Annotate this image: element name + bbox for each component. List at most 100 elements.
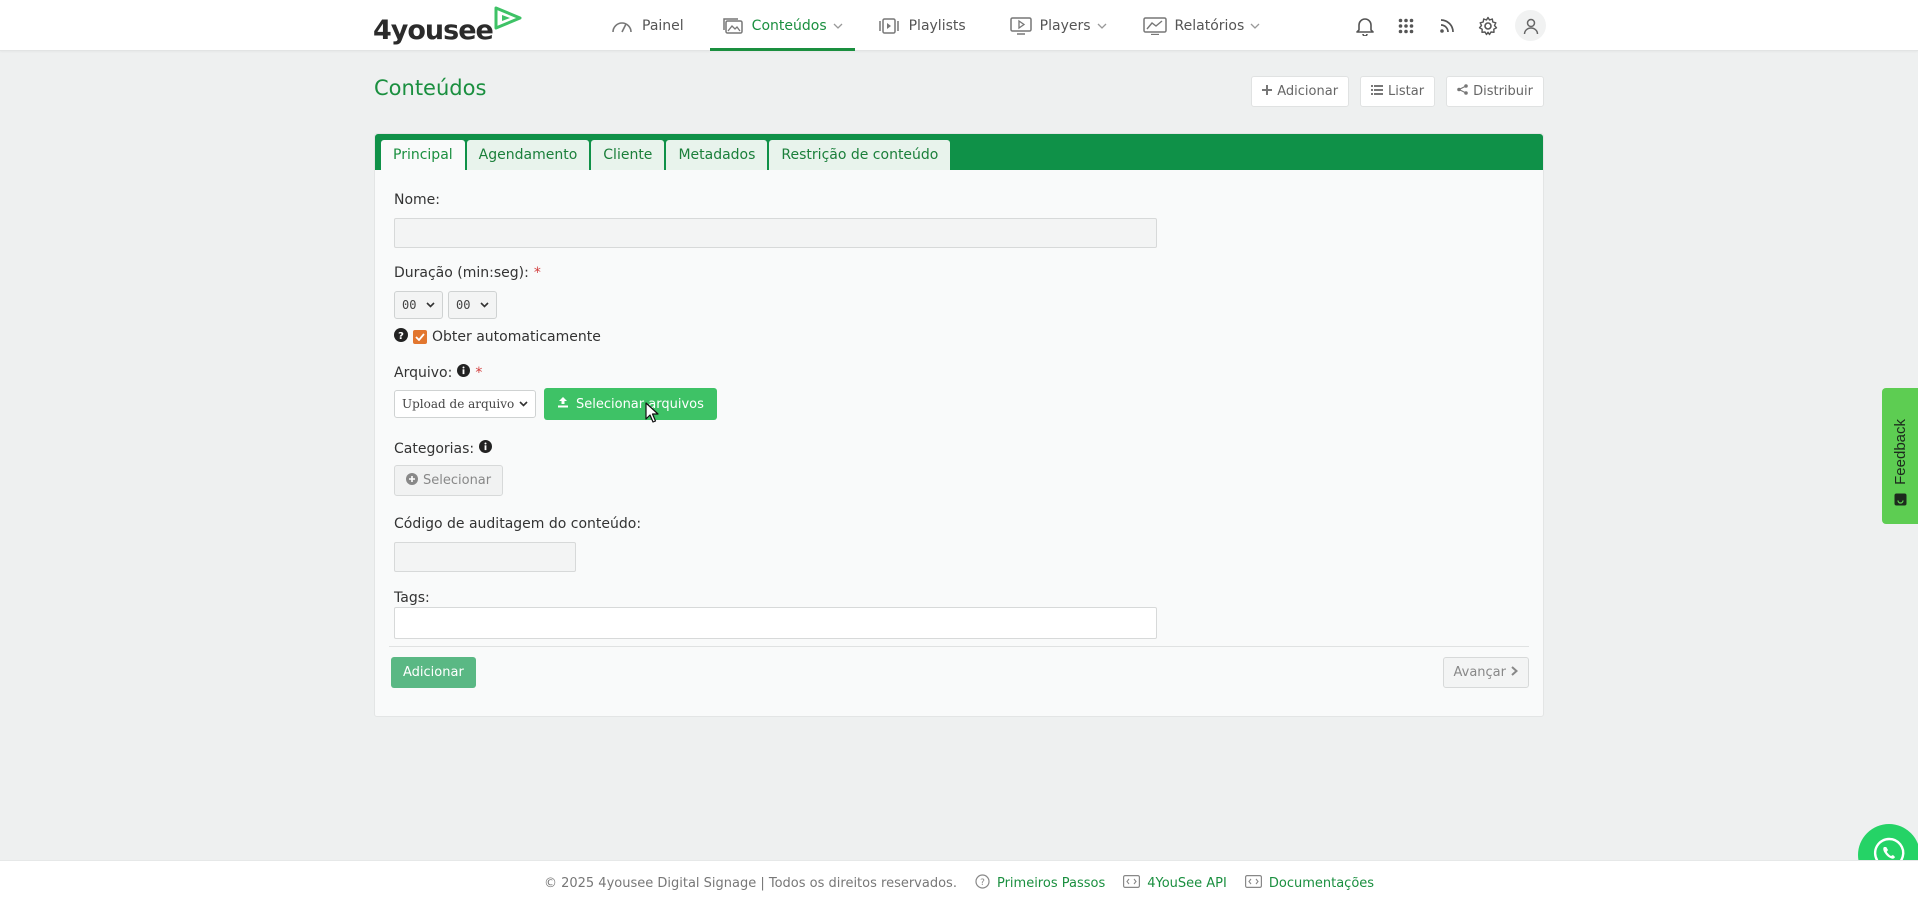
tags-input[interactable] xyxy=(394,607,1157,639)
add-content-label: Adicionar xyxy=(1277,84,1339,99)
plus-icon xyxy=(1262,84,1273,99)
audit-code-input[interactable] xyxy=(394,542,576,572)
nav-right-tools xyxy=(1351,0,1546,51)
nav-item-painel[interactable]: Painel xyxy=(598,0,696,51)
name-label: Nome: xyxy=(394,192,440,208)
list-content-label: Listar xyxy=(1388,84,1425,99)
tab-principal[interactable]: Principal xyxy=(381,140,465,170)
duration-seconds-select[interactable]: 00 xyxy=(448,291,497,319)
help-icon[interactable]: ? xyxy=(394,328,408,346)
logo-text: 4yousee xyxy=(373,15,494,46)
auto-duration-checkbox[interactable] xyxy=(413,330,427,344)
nav-item-label: Playlists xyxy=(908,17,966,34)
duration-seconds-value: 00 xyxy=(456,298,471,312)
duration-minutes-value: 00 xyxy=(402,298,417,312)
chevron-down-icon xyxy=(833,23,843,29)
select-categories-button[interactable]: Selecionar xyxy=(394,465,504,496)
feedback-tab[interactable]: Feedback xyxy=(1882,388,1918,524)
page-actions: Adicionar Listar Distribuir xyxy=(1251,76,1544,107)
info-icon[interactable] xyxy=(479,440,493,457)
nav-item-label: Players xyxy=(1039,17,1091,34)
nav-item-label: Relatórios xyxy=(1174,17,1245,34)
auto-duration-label: Obter automaticamente xyxy=(432,329,601,345)
duration-label: Duração (min:seg): * xyxy=(394,265,541,281)
feedback-icon xyxy=(1894,493,1907,510)
player-icon xyxy=(1009,16,1032,35)
plus-circle-icon xyxy=(406,472,418,489)
categories-label-text: Categorias: xyxy=(394,440,475,457)
distribute-content-button[interactable]: Distribuir xyxy=(1446,76,1544,107)
required-mark: * xyxy=(475,364,483,381)
tab-agendamento[interactable]: Agendamento xyxy=(466,140,590,170)
logo[interactable]: 4yousee xyxy=(373,6,523,46)
copyright-text: © 2025 4yousee Digital Signage | Todos o… xyxy=(543,876,957,891)
code-icon xyxy=(1244,875,1262,892)
categories-label: Categorias: xyxy=(394,440,493,457)
next-label: Avançar xyxy=(1453,665,1507,680)
footer-link-api[interactable]: 4YouSee API xyxy=(1123,875,1227,892)
upload-icon xyxy=(557,396,569,412)
feedback-label: Feedback xyxy=(1891,419,1909,485)
footer-link-primeiros-passos[interactable]: ? Primeiros Passos xyxy=(975,874,1105,893)
footer-link-documentacoes[interactable]: Documentações xyxy=(1244,875,1374,892)
nav-item-label: Painel xyxy=(642,17,684,34)
chevron-down-icon xyxy=(1097,23,1107,29)
footer-link-label: Primeiros Passos xyxy=(996,876,1106,891)
check-icon xyxy=(415,333,425,341)
distribute-content-label: Distribuir xyxy=(1473,84,1533,99)
tab-restricao-de-conteudo[interactable]: Restrição de conteúdo xyxy=(769,140,951,170)
audit-code-label-text: Código de auditagem do conteúdo: xyxy=(394,516,642,532)
tags-label-text: Tags: xyxy=(394,590,430,606)
audit-code-label: Código de auditagem do conteúdo: xyxy=(394,516,641,532)
auto-duration-row: ? Obter automaticamente xyxy=(394,328,601,346)
duration-minutes-select[interactable]: 00 xyxy=(394,291,443,319)
file-label: Arquivo: * xyxy=(394,364,482,381)
list-content-button[interactable]: Listar xyxy=(1360,76,1436,107)
submit-add-button[interactable]: Adicionar xyxy=(391,657,476,688)
apps-grid-icon[interactable] xyxy=(1392,12,1419,39)
nav-item-players[interactable]: Players xyxy=(998,0,1119,51)
chart-icon xyxy=(1142,16,1167,35)
rss-icon[interactable] xyxy=(1433,12,1460,39)
nav-item-relatorios[interactable]: Relatórios xyxy=(1131,0,1273,51)
file-label-text: Arquivo: xyxy=(394,364,453,381)
info-icon[interactable] xyxy=(457,364,471,381)
chevron-down-icon xyxy=(1250,23,1260,29)
main-nav: Painel Conteúdos Playlists Players Relat… xyxy=(598,0,1272,51)
form-tabs: Principal Agendamento Cliente Metadados … xyxy=(375,134,1543,170)
chevron-down-icon xyxy=(480,302,489,308)
name-input[interactable] xyxy=(394,218,1157,248)
next-button[interactable]: Avançar xyxy=(1442,657,1529,688)
required-mark: * xyxy=(533,265,541,281)
select-categories-label: Selecionar xyxy=(423,473,492,488)
gear-icon[interactable] xyxy=(1474,12,1501,39)
images-icon xyxy=(722,17,744,35)
nav-item-conteudos[interactable]: Conteúdos xyxy=(709,0,855,51)
list-icon xyxy=(1371,84,1384,99)
footer: © 2025 4yousee Digital Signage | Todos o… xyxy=(0,860,1918,906)
chevron-down-icon xyxy=(519,401,528,407)
svg-text:?: ? xyxy=(398,331,404,342)
file-source-select[interactable]: Upload de arquivo xyxy=(394,390,536,418)
question-circle-icon: ? xyxy=(975,874,990,893)
add-content-button[interactable]: Adicionar xyxy=(1251,76,1350,107)
tab-cliente[interactable]: Cliente xyxy=(591,140,665,170)
chevron-right-icon xyxy=(1511,665,1519,680)
logo-play-icon xyxy=(494,6,522,30)
select-files-button[interactable]: Selecionar arquivos xyxy=(544,388,717,420)
playlist-icon xyxy=(877,17,901,35)
tab-metadados[interactable]: Metadados xyxy=(666,140,768,170)
code-icon xyxy=(1123,875,1141,892)
page-title: Conteúdos xyxy=(374,76,487,100)
duration-label-text: Duração (min:seg): xyxy=(394,265,529,281)
select-files-label: Selecionar arquivos xyxy=(576,396,704,412)
bell-icon[interactable] xyxy=(1351,12,1378,39)
gauge-icon xyxy=(610,17,634,35)
name-label-text: Nome: xyxy=(394,192,441,208)
share-icon xyxy=(1457,84,1468,99)
user-icon[interactable] xyxy=(1515,10,1546,41)
nav-item-playlists[interactable]: Playlists xyxy=(865,0,978,51)
content-form-panel: Principal Agendamento Cliente Metadados … xyxy=(374,133,1544,717)
footer-link-label: 4YouSee API xyxy=(1147,876,1227,891)
top-navbar: 4yousee Painel Conteúdos Playlists Playe… xyxy=(0,0,1918,51)
